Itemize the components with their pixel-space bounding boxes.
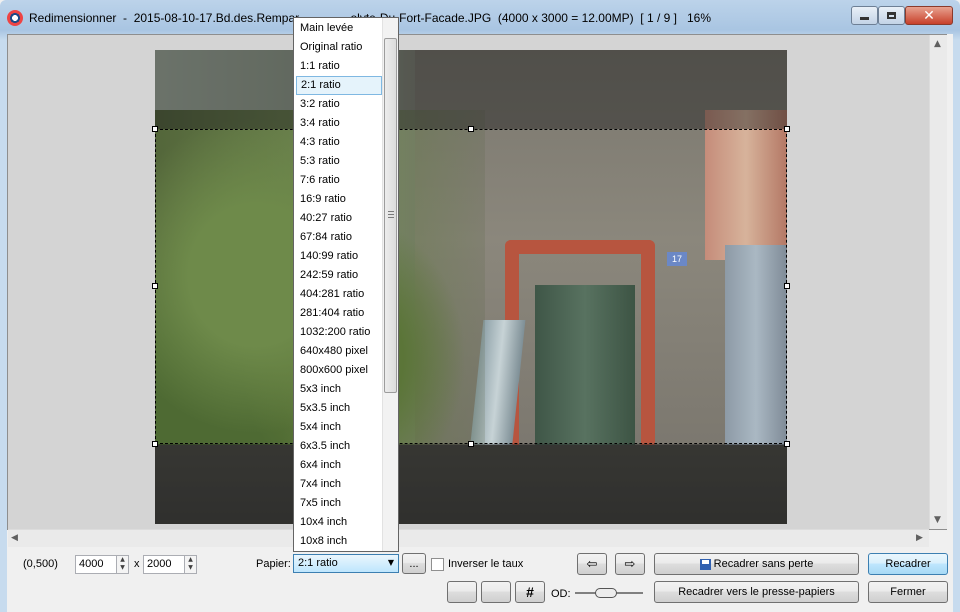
more-options-button[interactable]: ... [402,553,426,574]
grid-icon: # [526,584,534,600]
crop-handle-top-right[interactable] [784,126,790,132]
crop-rectangle[interactable] [155,129,787,444]
ratio-option[interactable]: Main levée [296,19,382,38]
ratio-option[interactable]: 1032:200 ratio [296,323,382,342]
ratio-option[interactable]: 40:27 ratio [296,209,382,228]
scroll-up-icon[interactable]: ▲ [934,39,941,49]
tool-button-1[interactable] [447,581,477,603]
ratio-option[interactable]: 3:2 ratio [296,95,382,114]
previous-image-button[interactable]: ⇦ [577,553,607,575]
ratio-option[interactable]: 16:9 ratio [296,190,382,209]
close-button[interactable]: Fermer [868,581,948,603]
paper-label: Papier: [256,558,291,570]
ratio-option[interactable]: 5x3.5 inch [296,399,382,418]
lossless-crop-label: Recadrer sans perte [713,558,814,570]
ratio-option[interactable]: 281:404 ratio [296,304,382,323]
scroll-left-icon[interactable]: ◀ [11,533,18,543]
crop-shade-top [155,50,787,129]
ratio-option[interactable]: 4:3 ratio [296,133,382,152]
ratio-option[interactable]: 140:99 ratio [296,247,382,266]
crop-handle-middle-left[interactable] [152,283,158,289]
ratio-option[interactable]: 10x8 inch [296,532,382,551]
ratio-option[interactable]: 5:3 ratio [296,152,382,171]
close-window-button[interactable]: ✕ [905,6,953,25]
minimize-icon [860,17,869,20]
crop-handle-bottom-middle[interactable] [468,441,474,447]
crop-to-clipboard-button[interactable]: Recadrer vers le presse-papiers [654,581,859,603]
ratio-option[interactable]: 7x4 inch [296,475,382,494]
app-eye-icon [7,10,23,26]
ratio-dropdown-list[interactable]: Main levée Original ratio 1:1 ratio 2:1 rat… [293,17,399,552]
crop-handle-top-left[interactable] [152,126,158,132]
ratio-option[interactable]: 6x4 inch [296,456,382,475]
crop-handle-bottom-right[interactable] [784,441,790,447]
crop-handle-middle-right[interactable] [784,283,790,289]
horizontal-scrollbar[interactable]: ◀ ▶ [8,529,929,547]
ratio-option[interactable]: 2:1 ratio [296,76,382,95]
ratio-option[interactable]: 5x3 inch [296,380,382,399]
dropdown-scroll-thumb[interactable] [384,38,397,393]
ratio-option[interactable]: 404:281 ratio [296,285,382,304]
ratio-option[interactable]: 10x4 inch [296,513,382,532]
crop-handle-top-middle[interactable] [468,126,474,132]
floppy-disk-icon [699,558,711,570]
chevron-down-icon: ▼ [387,558,394,567]
ratio-option[interactable]: 640x480 pixel [296,342,382,361]
ratio-option[interactable]: 7:6 ratio [296,171,382,190]
width-input[interactable]: 4000 [75,555,117,574]
od-slider-thumb[interactable] [595,588,617,598]
ratio-option[interactable]: 67:84 ratio [296,228,382,247]
maximize-button[interactable] [878,6,905,25]
arrow-right-icon: ⇨ [624,556,636,572]
minimize-button[interactable] [851,6,878,25]
tool-button-2[interactable] [481,581,511,603]
crop-button[interactable]: Recadrer [868,553,948,575]
ratio-option[interactable]: 800x600 pixel [296,361,382,380]
invert-ratio-label: Inverser le taux [448,558,524,570]
title-bar: Redimensionner - 2015-08-10-17.Bd.des.Re… [0,0,960,36]
lossless-crop-button[interactable]: Recadrer sans perte [654,553,859,575]
od-label: OD: [551,588,571,600]
position-readout: (0,500) [23,558,58,570]
width-spinner[interactable]: ▲ ▼ [116,555,129,574]
height-spinner[interactable]: ▲ ▼ [184,555,197,574]
invert-ratio-checkbox[interactable] [431,558,444,571]
ratio-option[interactable]: 6x3.5 inch [296,437,382,456]
scroll-down-icon[interactable]: ▼ [934,515,941,525]
ratio-option[interactable]: 5x4 inch [296,418,382,437]
ratio-option[interactable]: 1:1 ratio [296,57,382,76]
crop-handle-bottom-left[interactable] [152,441,158,447]
arrow-left-icon: ⇦ [586,556,598,572]
vertical-scrollbar[interactable]: ▲ ▼ [929,35,947,529]
close-icon: ✕ [923,7,935,24]
times-sign: x [134,558,140,570]
crop-shade-bottom [155,444,787,524]
ratio-option[interactable]: Original ratio [296,38,382,57]
ratio-option[interactable]: 3:4 ratio [296,114,382,133]
next-image-button[interactable]: ⇨ [615,553,645,575]
ratio-option[interactable]: 7x5 inch [296,494,382,513]
dropdown-scrollbar[interactable] [382,18,398,551]
height-input[interactable]: 2000 [143,555,185,574]
ratio-option[interactable]: 242:59 ratio [296,266,382,285]
paper-ratio-select[interactable]: 2:1 ratio ▼ [293,554,399,573]
od-slider[interactable] [575,587,643,599]
paper-ratio-value: 2:1 ratio [298,557,338,569]
grid-toggle-button[interactable]: # [515,581,545,603]
maximize-icon [887,12,896,19]
scroll-right-icon[interactable]: ▶ [916,533,923,543]
